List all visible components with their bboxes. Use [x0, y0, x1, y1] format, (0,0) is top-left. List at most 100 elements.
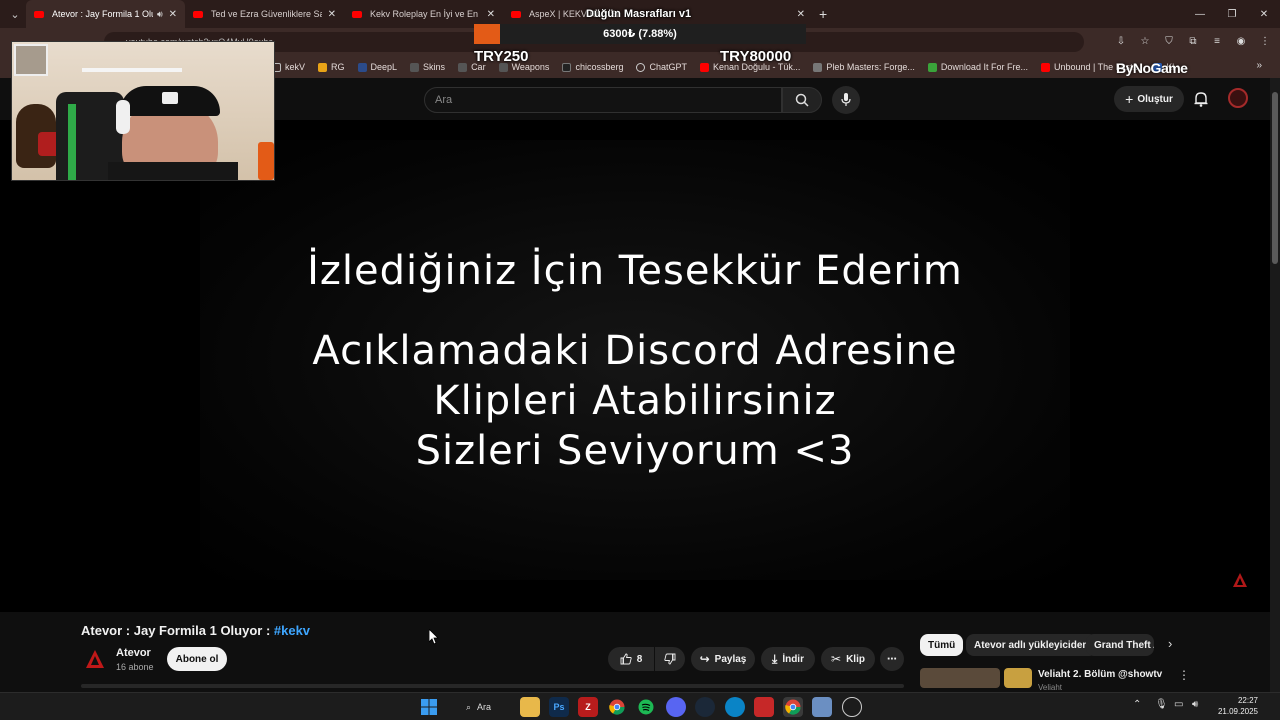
chevron-right-icon[interactable]: » [1256, 60, 1262, 71]
bookmark-item[interactable]: kekV [272, 62, 305, 72]
webcam-overlay [11, 41, 275, 181]
create-label: Oluştur [1137, 93, 1173, 105]
bookmark-label: RG [331, 62, 345, 72]
app-icon[interactable] [812, 697, 832, 717]
video-player[interactable]: İzlediğiniz İçin Tesekkür Ederim Acıklam… [0, 120, 1270, 612]
taskbar-search[interactable]: ⌕ Ara [450, 697, 510, 717]
steam-icon[interactable] [695, 697, 715, 717]
wall-frame [14, 44, 48, 76]
network-icon[interactable]: ▭ [1174, 699, 1183, 710]
clip-button[interactable]: ✂ Klip [821, 647, 875, 671]
bookmark-favicon-icon [410, 62, 420, 72]
shield-extension-icon[interactable]: ⛉ [1162, 32, 1176, 50]
plus-icon: + [1125, 91, 1134, 107]
subscribe-button[interactable]: Abone ol [167, 647, 227, 671]
bookmark-item[interactable]: RG [318, 62, 345, 72]
new-tab-button[interactable]: + [819, 6, 827, 22]
share-button[interactable]: ↪ Paylaş [691, 647, 755, 671]
search-button[interactable] [782, 87, 822, 113]
more-vertical-icon[interactable]: ⋮ [1178, 668, 1190, 682]
close-icon[interactable]: ✕ [797, 9, 805, 20]
subscriber-count: 16 abone [116, 662, 154, 672]
file-explorer-icon[interactable] [520, 697, 540, 717]
page-scrollbar[interactable] [1270, 78, 1280, 692]
microphone-icon[interactable]: 🎙︎ [1155, 699, 1168, 710]
windows-logo-icon [421, 699, 437, 715]
clock-date: 21.09.2025 [1217, 707, 1258, 716]
channel-name[interactable]: Atevor [116, 647, 151, 659]
video-meta: Atevor : Jay Formila 1 Oluyor : #kekv At… [0, 612, 1270, 692]
bookmark-item[interactable]: Download It For Fre... [927, 62, 1028, 72]
dislike-button[interactable] [655, 647, 685, 671]
bookmark-item[interactable]: Pleb Masters: Forge... [813, 62, 915, 72]
close-icon[interactable]: ✕ [487, 9, 495, 20]
volume-icon[interactable]: 🔊︎ [1192, 699, 1198, 710]
wall-shelf [82, 68, 182, 72]
video-text-line: Acıklamadaki Discord Adresine [312, 328, 958, 374]
discord-icon[interactable] [666, 697, 686, 717]
chevron-up-icon[interactable]: ⌃ [1133, 699, 1141, 710]
media-control-icon[interactable]: ≡ [1210, 32, 1224, 50]
youtube-favicon-icon [699, 62, 709, 72]
description-box[interactable] [81, 684, 904, 688]
chrome-active-icon[interactable] [783, 697, 803, 717]
menu-icon[interactable]: ⋮ [1258, 32, 1272, 50]
install-icon[interactable]: ⇩ [1114, 32, 1128, 50]
puzzle-extensions-icon[interactable]: ⧉ [1186, 32, 1200, 50]
bookmark-favicon-icon [357, 62, 367, 72]
bookmark-label: Skins [423, 62, 446, 72]
filezilla-icon[interactable]: Z [578, 697, 598, 717]
download-button[interactable]: ⤓ İndir [761, 647, 815, 671]
tab-atevor[interactable]: Atevor : Jay Formila 1 Oluyor 🔊︎ ✕ [26, 0, 185, 28]
avatar[interactable] [1228, 88, 1248, 108]
create-button[interactable]: + Oluştur [1114, 86, 1184, 112]
recommended-video-channel: Veliaht [1038, 683, 1063, 692]
windows-start-icon[interactable] [419, 697, 439, 717]
bookmark-item[interactable]: ChatGPT [636, 62, 687, 72]
restore-icon[interactable]: ❐ [1216, 0, 1248, 28]
video-text-line: Sizleri Seviyorum <3 [415, 428, 855, 474]
obs-icon[interactable] [842, 697, 862, 717]
speaker-icon[interactable]: 🔊︎ [157, 9, 163, 20]
youtube-favicon-icon [193, 10, 203, 18]
star-icon[interactable]: ☆ [1138, 32, 1152, 50]
close-icon[interactable]: ✕ [328, 9, 336, 20]
video-text-line: Klipleri Atabilirsiniz [433, 378, 837, 424]
tab-ted-ezra[interactable]: Ted ve Ezra Güvenliklere Saldırıy ✕ [185, 0, 344, 28]
chrome-icon[interactable] [607, 697, 627, 717]
donation-goal-min: TRY250 [474, 48, 529, 65]
bookmark-item[interactable]: DeepL [357, 62, 397, 72]
edge-icon[interactable] [725, 697, 745, 717]
minimize-icon[interactable]: — [1184, 0, 1216, 28]
video-title-text: Atevor : Jay Formila 1 Oluyor : [81, 623, 274, 638]
close-icon[interactable]: ✕ [169, 9, 177, 20]
bookmark-label: Download It For Fre... [940, 62, 1028, 72]
like-button[interactable]: 8 [608, 647, 654, 671]
tab-search-button[interactable]: ⌄ [4, 3, 26, 25]
bookmark-favicon-icon [927, 62, 937, 72]
hashtag-link[interactable]: #kekv [274, 623, 310, 638]
search-input[interactable]: Ara [424, 87, 782, 113]
search-icon: ⌕ [466, 701, 472, 712]
chip-gta[interactable]: Grand Theft A [1086, 634, 1154, 656]
chip-all[interactable]: Tümü [920, 634, 964, 656]
channel-logo-icon[interactable] [84, 648, 106, 670]
bookmark-item[interactable]: chicossberg [562, 62, 623, 72]
spotify-icon[interactable] [636, 697, 656, 717]
scrollbar-thumb[interactable] [1272, 92, 1278, 264]
chatgpt-icon [636, 62, 646, 72]
app-icon[interactable] [754, 697, 774, 717]
more-actions-button[interactable]: ⋯ [880, 647, 904, 671]
channel-watermark-icon[interactable] [1232, 572, 1248, 588]
chevron-right-icon[interactable]: › [1168, 636, 1172, 651]
profile-icon[interactable]: ◉ [1234, 32, 1248, 50]
bookmark-item[interactable]: Skins [410, 62, 445, 72]
photoshop-icon[interactable]: Ps [549, 697, 569, 717]
brand-logo: ByNoGame [1116, 60, 1188, 76]
system-clock[interactable]: 22:27 21.09.2025 [1208, 695, 1258, 717]
video-text-line: İzlediğiniz İçin Tesekkür Ederim [307, 248, 963, 294]
voice-search-button[interactable] [832, 86, 860, 114]
close-window-icon[interactable]: ✕ [1248, 0, 1280, 28]
bell-icon[interactable] [1192, 90, 1210, 108]
chip-uploader[interactable]: Atevor adlı yükleyiciden [966, 634, 1097, 656]
